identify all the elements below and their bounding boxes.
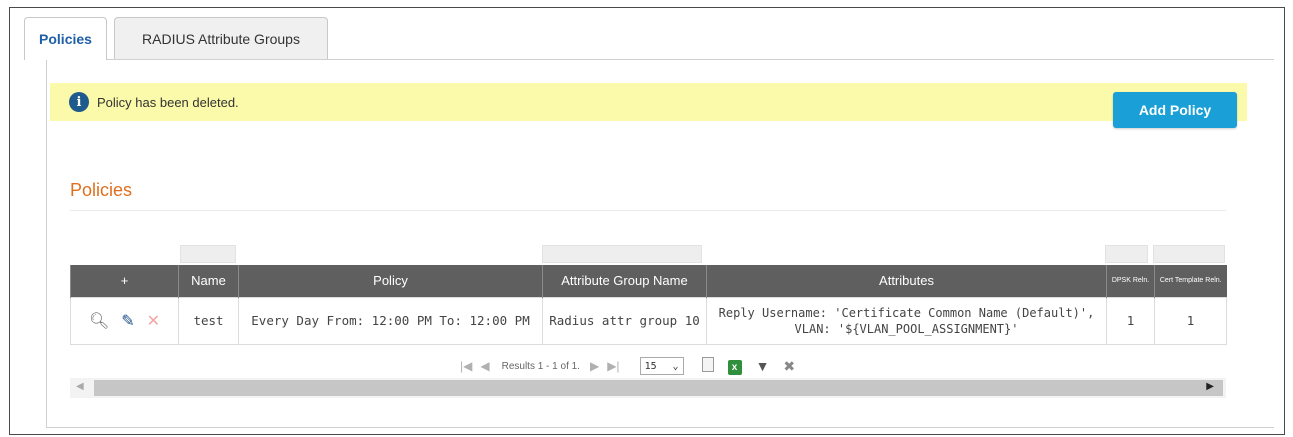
page-size-value: 15	[644, 360, 657, 372]
print-icon[interactable]	[701, 357, 714, 375]
column-attributes[interactable]: Attributes	[706, 265, 1107, 297]
export-excel-icon[interactable]: x	[727, 357, 742, 375]
attributes-line-2: VLAN: '${VLAN_POOL_ASSIGNMENT}'	[794, 321, 1019, 336]
scroll-right-icon[interactable]: ▶	[1206, 381, 1214, 392]
section-divider	[70, 210, 1226, 211]
results-text: Results 1 - 1 of 1.	[501, 360, 580, 372]
cell-dpsk-reln: 1	[1106, 296, 1155, 345]
pager: |◀ ◀ Results 1 - 1 of 1. ▶ ▶| 15 ⌄ x ▼ ✖	[460, 356, 809, 376]
filter-icon[interactable]: ▼	[756, 358, 770, 374]
filter-cert[interactable]	[1153, 245, 1225, 263]
filter-name[interactable]	[180, 245, 236, 263]
column-cert-template-reln[interactable]: Cert Template Reln.	[1154, 265, 1227, 297]
cell-cert-template-reln: 1	[1154, 296, 1227, 345]
search-icon[interactable]: 🔍︎	[89, 311, 109, 330]
alert-banner: i Policy has been deleted.	[50, 83, 1247, 121]
clear-filter-icon[interactable]: ✖	[783, 358, 795, 375]
column-dpsk-reln[interactable]: DPSK Reln.	[1106, 265, 1155, 297]
cell-attributes: Reply Username: 'Certificate Common Name…	[706, 296, 1107, 345]
filter-attribute-group[interactable]	[542, 245, 702, 263]
last-page-icon[interactable]: ▶|	[607, 359, 619, 373]
add-policy-button[interactable]: Add Policy	[1113, 92, 1237, 128]
cell-name: test	[178, 296, 239, 345]
column-policy[interactable]: Policy	[238, 265, 543, 297]
page-size-select[interactable]: 15 ⌄	[639, 357, 684, 375]
alert-message: Policy has been deleted.	[97, 94, 239, 110]
tab-policies[interactable]: Policies	[24, 17, 107, 60]
scrollbar-thumb[interactable]	[94, 380, 1223, 396]
tab-radius-attribute-groups[interactable]: RADIUS Attribute Groups	[114, 17, 328, 59]
chevron-down-icon: ⌄	[672, 360, 679, 372]
attributes-line-1: Reply Username: 'Certificate Common Name…	[718, 305, 1095, 320]
horizontal-scrollbar[interactable]: ◀ ▶	[70, 378, 1226, 398]
filter-dpsk[interactable]	[1105, 245, 1148, 263]
next-page-icon[interactable]: ▶	[590, 359, 599, 373]
scroll-left-icon[interactable]: ◀	[76, 381, 84, 392]
delete-icon[interactable]: ✕	[147, 311, 160, 330]
section-title: Policies	[70, 180, 133, 200]
cell-attribute-group: Radius attr group 10	[542, 296, 707, 345]
first-page-icon[interactable]: |◀	[460, 359, 472, 373]
cell-policy: Every Day From: 12:00 PM To: 12:00 PM	[238, 296, 543, 345]
prev-page-icon[interactable]: ◀	[480, 359, 489, 373]
column-name[interactable]: Name	[178, 265, 239, 297]
info-icon: i	[69, 92, 89, 112]
edit-icon[interactable]: ✎	[121, 311, 134, 330]
column-attribute-group-name[interactable]: Attribute Group Name	[542, 265, 707, 297]
row-actions: 🔍︎ ✎ ✕	[70, 296, 179, 345]
add-column-button[interactable]: +	[70, 265, 179, 297]
table-row: 🔍︎ ✎ ✕ test Every Day From: 12:00 PM To:…	[70, 296, 1227, 345]
policies-table: + Name Policy Attribute Group Name Attri…	[70, 265, 1227, 345]
table-header: + Name Policy Attribute Group Name Attri…	[70, 265, 1227, 297]
